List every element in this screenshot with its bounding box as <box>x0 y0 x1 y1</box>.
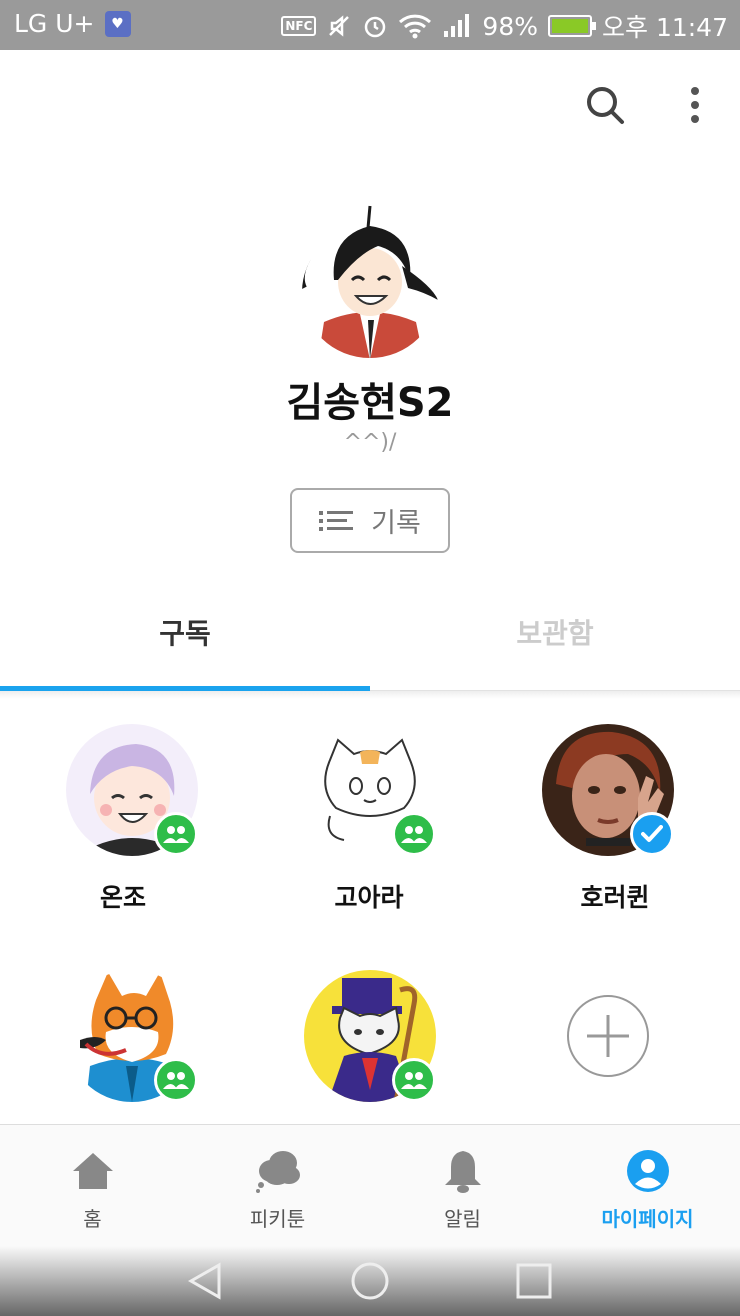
group-badge <box>154 812 198 856</box>
nav-home[interactable]: 홈 <box>0 1125 185 1247</box>
search-button[interactable] <box>582 82 628 128</box>
bell-icon <box>444 1151 481 1193</box>
group-icon <box>163 1072 189 1089</box>
home-icon <box>72 1153 113 1189</box>
add-subscription-item[interactable] <box>492 968 738 1118</box>
health-app-icon: ♥ <box>104 10 131 37</box>
clock: 오후 11:47 <box>602 13 728 42</box>
search-icon <box>587 87 624 124</box>
cloud-icon <box>255 1151 300 1193</box>
wifi-icon <box>399 14 432 39</box>
add-button[interactable] <box>567 995 649 1077</box>
record-button-label: 기록 <box>371 508 421 539</box>
group-badge <box>154 1058 198 1102</box>
group-badge <box>392 1058 436 1102</box>
check-icon <box>641 825 663 842</box>
group-badge <box>392 812 436 856</box>
system-navigation-bar <box>0 1246 740 1316</box>
subscription-item[interactable]: 호러퀸 <box>492 722 738 922</box>
group-icon <box>401 1072 427 1089</box>
signal-icon <box>444 14 470 37</box>
subscription-item[interactable]: 고아라 <box>246 722 492 922</box>
circle-home-icon <box>351 1262 389 1300</box>
tab-archive[interactable]: 보관함 <box>370 612 740 652</box>
mute-icon <box>329 15 350 37</box>
nav-pickytoon[interactable]: 피키툰 <box>185 1125 370 1247</box>
nfc-icon: NFC <box>281 16 317 36</box>
status-bar: LG U+ ♥ NFC 98% 오후 11:47 <box>0 0 740 50</box>
creator-name: 고아라 <box>334 883 404 912</box>
nav-home-label: 홈 <box>83 1207 102 1231</box>
nav-mypage[interactable]: 마이페이지 <box>555 1125 740 1247</box>
more-options-button[interactable] <box>672 82 718 128</box>
profile-name: 김송현S2 <box>286 380 454 426</box>
back-button[interactable] <box>182 1258 228 1304</box>
home-system-button[interactable] <box>347 1258 393 1304</box>
profile-avatar[interactable] <box>298 196 442 360</box>
subscription-item[interactable] <box>246 968 492 1118</box>
record-button[interactable]: 기록 <box>290 488 450 553</box>
nav-pickytoon-label: 피키툰 <box>249 1207 306 1231</box>
square-recents-icon <box>516 1263 552 1299</box>
alarm-icon <box>365 16 386 38</box>
list-icon <box>319 510 354 531</box>
nav-notifications[interactable]: 알림 <box>370 1125 555 1247</box>
carrier-label: LG U+ <box>14 9 95 38</box>
more-vertical-icon <box>691 87 699 123</box>
subscription-item[interactable]: 온조 <box>0 722 246 922</box>
recents-button[interactable] <box>511 1258 557 1304</box>
creator-name: 온조 <box>99 883 146 912</box>
group-icon <box>401 826 427 843</box>
plus-icon <box>587 1015 629 1057</box>
subscription-item[interactable] <box>0 968 246 1118</box>
verified-badge <box>630 812 674 856</box>
nav-mypage-label: 마이페이지 <box>601 1207 694 1231</box>
group-icon <box>163 826 189 843</box>
creator-name: 호러퀸 <box>580 883 650 912</box>
person-icon <box>626 1150 669 1192</box>
nav-notifications-label: 알림 <box>444 1207 481 1231</box>
bottom-navigation: 홈 피키툰 알림 마이페이지 <box>0 1124 740 1246</box>
battery-icon <box>548 15 596 37</box>
tab-subscriptions[interactable]: 구독 <box>0 612 370 652</box>
battery-percent: 98% <box>482 11 538 41</box>
profile-bio: ^^)/ <box>343 430 397 455</box>
back-icon <box>187 1262 221 1300</box>
